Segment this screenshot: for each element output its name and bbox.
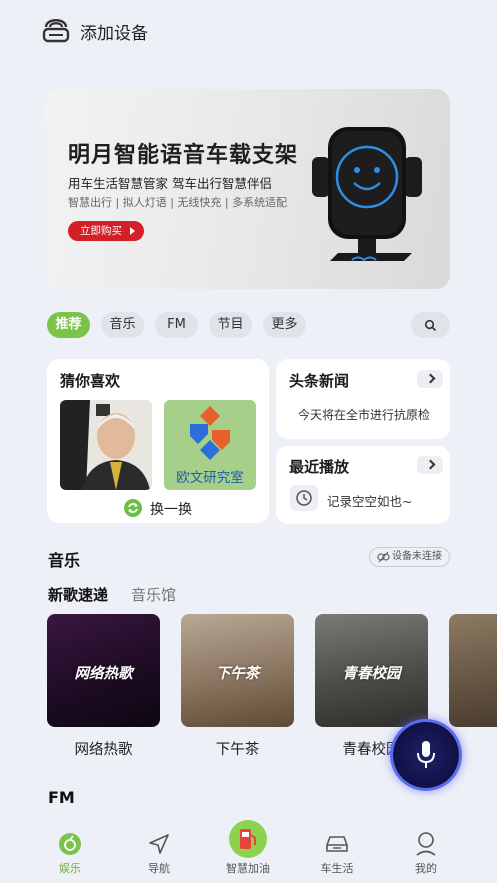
refresh-button[interactable]: 换一换 [150, 499, 192, 519]
top-bar: 添加设备 [0, 0, 497, 60]
nav-label: 车生活 [320, 862, 354, 875]
chevron-right-icon[interactable] [417, 370, 443, 388]
recent-play-card[interactable]: 最近播放 记录空空如也~ [276, 446, 450, 524]
playlist-tile-partial[interactable] [449, 614, 497, 727]
tile-label: 下午茶 [215, 742, 260, 758]
tab-music-hall[interactable]: 音乐馆 [131, 584, 176, 605]
microphone-icon [417, 741, 435, 768]
tile-art-text: 下午茶 [215, 666, 260, 682]
chip-fm[interactable]: FM [155, 312, 198, 338]
chip-recommended[interactable]: 推荐 [47, 312, 90, 338]
banner-features: 智慧出行 | 拟人灯语 | 无线快充 | 多系统适配 [68, 196, 288, 209]
headlines-title: 头条新闻 [289, 372, 350, 390]
chevron-right-icon[interactable] [417, 456, 443, 474]
profile-icon [416, 832, 436, 856]
navigation-icon [149, 834, 169, 854]
guess-title: 猜你喜欢 [60, 372, 121, 390]
tile-label: 网络热歌 [74, 742, 133, 758]
banner-subtitle: 用车生活智慧管家 驾车出行智慧伴侣 [68, 176, 272, 191]
studio-album-cover[interactable]: 欧文研究室 [164, 400, 256, 490]
clock-icon [290, 485, 318, 511]
tile-art-text: 青春校园 [342, 666, 401, 682]
entertainment-icon [59, 833, 81, 855]
fuel-pump-icon [240, 829, 256, 849]
bottom-nav: 娱乐 导航 智慧加油 车生活 我的 [0, 818, 497, 883]
nav-item-entertainment[interactable]: 娱乐 [30, 818, 110, 883]
device-status-badge[interactable]: 设备未连接 [369, 547, 450, 567]
tab-new-songs[interactable]: 新歌速递 [48, 584, 108, 605]
promo-banner[interactable]: 明月智能语音车载支架 用车生活智慧管家 驾车出行智慧伴侣 智慧出行 | 拟人灯语… [46, 89, 450, 289]
nav-label: 导航 [148, 862, 170, 875]
portrait-image [60, 400, 152, 490]
headline-text[interactable]: 今天将在全市进行抗原检 [298, 406, 446, 423]
nav-item-profile[interactable]: 我的 [386, 818, 466, 883]
add-device-link[interactable]: 添加设备 [80, 19, 148, 44]
car-icon [326, 836, 348, 852]
tile-art-text: 网络热歌 [74, 666, 133, 682]
search-icon [424, 319, 437, 332]
studio-logo-image [190, 406, 230, 460]
headlines-card[interactable]: 头条新闻 今天将在全市进行抗原检 [276, 359, 450, 439]
fm-section-title: FM [48, 788, 75, 807]
nav-label: 娱乐 [59, 862, 81, 875]
nav-item-car-life[interactable]: 车生活 [297, 818, 377, 883]
play-arrow-icon [130, 227, 135, 235]
link-broken-icon [377, 551, 390, 563]
nav-item-navigation[interactable]: 导航 [119, 818, 199, 883]
playlist-tile[interactable]: 青春校园 [315, 614, 428, 727]
banner-title: 明月智能语音车载支架 [68, 143, 299, 168]
nav-label: 我的 [415, 862, 437, 875]
recent-title: 最近播放 [289, 458, 350, 476]
phone-holder-image [312, 127, 422, 262]
buy-now-label: 立即购买 [80, 225, 122, 237]
music-section-title: 音乐 [48, 551, 81, 570]
car-device-icon[interactable] [42, 14, 70, 44]
chip-more[interactable]: 更多 [263, 312, 306, 338]
device-status-label: 设备未连接 [392, 551, 442, 562]
studio-album-text: 欧文研究室 [176, 470, 244, 486]
voice-assistant-button[interactable] [393, 722, 459, 788]
refresh-icon[interactable] [124, 499, 142, 517]
recent-empty-text: 记录空空如也~ [327, 494, 413, 509]
search-button[interactable] [411, 312, 450, 338]
nav-label: 智慧加油 [226, 862, 270, 875]
portrait-album-cover[interactable] [60, 400, 152, 490]
fuel-icon-bg [229, 820, 267, 858]
chip-music[interactable]: 音乐 [101, 312, 144, 338]
playlist-tile[interactable]: 下午茶 [181, 614, 294, 727]
chip-programs[interactable]: 节目 [209, 312, 252, 338]
nav-item-smart-fuel[interactable]: 智慧加油 [208, 818, 288, 883]
buy-now-button[interactable]: 立即购买 [68, 221, 144, 241]
playlist-tile[interactable]: 网络热歌 [47, 614, 160, 727]
